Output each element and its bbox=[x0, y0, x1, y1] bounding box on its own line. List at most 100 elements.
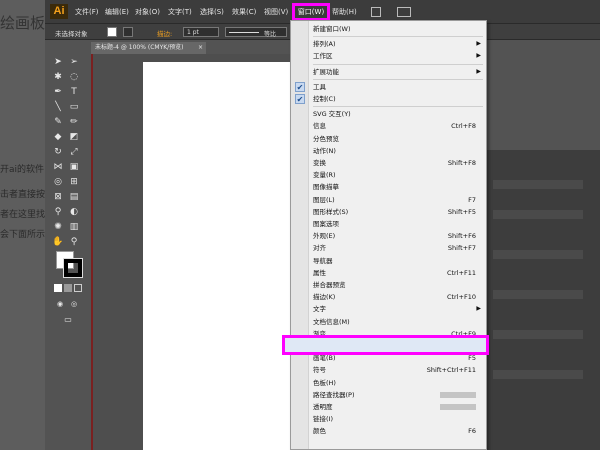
draw-normal-icon[interactable]: ◉ bbox=[54, 298, 66, 310]
menu-item-label: 透明度 bbox=[313, 403, 333, 411]
fill-color-picker[interactable] bbox=[107, 27, 117, 37]
menu-item[interactable]: 图层(L) F7 bbox=[291, 194, 486, 206]
menu-window[interactable]: 窗口(W) bbox=[292, 3, 330, 21]
perspective-grid-icon[interactable]: ⊞ bbox=[68, 176, 80, 188]
stroke-color-picker[interactable] bbox=[123, 27, 133, 37]
menu-item[interactable]: 图案选项 bbox=[291, 218, 486, 230]
magic-wand-icon[interactable]: ✱ bbox=[52, 71, 64, 83]
right-panels bbox=[485, 150, 600, 450]
panel-row bbox=[493, 210, 583, 219]
menu-item-label: 工作区 bbox=[313, 52, 333, 61]
menu-effect[interactable]: 效果(C) bbox=[232, 7, 256, 17]
menu-select[interactable]: 选择(S) bbox=[200, 7, 224, 17]
menu-item[interactable]: 颜色 F6 bbox=[291, 425, 486, 437]
menu-item[interactable]: 文字 ▶ bbox=[291, 303, 486, 315]
stroke-weight-field[interactable]: 1 pt bbox=[183, 27, 219, 37]
menu-item-label: 路径查找器(P) bbox=[313, 390, 355, 399]
menu-item[interactable]: 文档信息(M) bbox=[291, 316, 486, 328]
width-tool-icon[interactable]: ⋈ bbox=[52, 161, 64, 173]
menu-item[interactable]: 色板(H) bbox=[291, 377, 486, 389]
zoom-tool-icon[interactable]: ⚲ bbox=[68, 236, 80, 248]
menu-item-label: 颜色 bbox=[313, 427, 326, 436]
menu-separator bbox=[313, 36, 483, 38]
menu-item-label: 新建窗口(W) bbox=[313, 25, 351, 33]
menu-type[interactable]: 文字(T) bbox=[168, 7, 192, 17]
paintbrush-tool-icon[interactable]: ✎ bbox=[52, 116, 64, 128]
stroke-line-preview bbox=[229, 32, 259, 33]
menu-item[interactable]: 链接(I) bbox=[291, 413, 486, 425]
menu-item[interactable]: 透明度 bbox=[291, 401, 486, 413]
menu-item[interactable]: 信息 Ctrl+F8 bbox=[291, 120, 486, 132]
menu-item-label: 排列(A) bbox=[313, 40, 336, 49]
menu-item[interactable]: 动作(N) bbox=[291, 145, 486, 157]
menu-item[interactable]: 工作区 ▶ bbox=[291, 50, 486, 62]
eraser-tool-icon[interactable]: ◩ bbox=[68, 131, 80, 143]
menu-item[interactable]: 变量(R) bbox=[291, 169, 486, 181]
menu-item[interactable]: SVG 交互(Y) bbox=[291, 108, 486, 120]
pen-tool-icon[interactable]: ✒ bbox=[52, 86, 64, 98]
rectangle-tool-icon[interactable]: ▭ bbox=[68, 101, 80, 113]
menu-item[interactable]: 图形样式(S) Shift+F5 bbox=[291, 206, 486, 218]
gradient-tool-icon[interactable]: ▤ bbox=[68, 191, 80, 203]
menu-item[interactable]: 对齐 Shift+F7 bbox=[291, 242, 486, 254]
none-mode-icon[interactable] bbox=[74, 284, 82, 292]
stroke-profile-dropdown[interactable]: 等比 bbox=[225, 27, 287, 38]
submenu-arrow-icon: ▶ bbox=[476, 40, 481, 48]
blend-tool-icon[interactable]: ◐ bbox=[68, 206, 80, 218]
menu-view[interactable]: 视图(V) bbox=[264, 7, 288, 17]
menu-edit[interactable]: 编辑(E) bbox=[105, 7, 129, 17]
blob-brush-icon[interactable]: ◆ bbox=[52, 131, 64, 143]
menu-separator bbox=[313, 78, 483, 80]
draw-behind-icon[interactable]: ◎ bbox=[68, 298, 80, 310]
menu-item[interactable]: ✔ 控制(C) bbox=[291, 93, 486, 105]
selection-status: 未选择对象 bbox=[55, 30, 88, 38]
menu-item[interactable]: 分色预览 bbox=[291, 133, 486, 145]
type-tool-icon[interactable]: T bbox=[68, 86, 80, 98]
arrange-documents-icon[interactable] bbox=[397, 7, 411, 17]
menu-item[interactable]: 导航器 bbox=[291, 255, 486, 267]
document-tab[interactable]: 未标题-4 @ 100% (CMYK/预览) × bbox=[91, 42, 206, 54]
free-transform-icon[interactable]: ▣ bbox=[68, 161, 80, 173]
stroke-label[interactable]: 描边: bbox=[157, 28, 172, 38]
menu-item[interactable]: 新建窗口(W) bbox=[291, 23, 486, 35]
shape-builder-icon[interactable]: ◎ bbox=[52, 176, 64, 188]
screen-mode-icon[interactable]: ▭ bbox=[62, 314, 74, 326]
line-tool-icon[interactable]: ╲ bbox=[52, 101, 64, 113]
menu-item-label: 导航器 bbox=[313, 256, 333, 265]
menu-item-label: 属性 bbox=[313, 268, 326, 277]
gradient-mode-icon[interactable] bbox=[64, 284, 72, 292]
scale-tool-icon[interactable]: ⤢ bbox=[68, 146, 80, 158]
color-mode-icon[interactable] bbox=[54, 284, 62, 292]
close-tab-icon[interactable]: × bbox=[198, 42, 203, 54]
menu-item[interactable]: ✔ 工具 bbox=[291, 81, 486, 93]
menu-item[interactable]: 扩展功能 ▶ bbox=[291, 66, 486, 78]
menu-item-label: 扩展功能 bbox=[313, 67, 339, 76]
lasso-tool-icon[interactable]: ◌ bbox=[68, 71, 80, 83]
app-logo: Ai bbox=[50, 4, 68, 19]
menu-item[interactable]: 路径查找器(P) bbox=[291, 389, 486, 401]
menu-item[interactable]: 描边(K) Ctrl+F10 bbox=[291, 291, 486, 303]
stroke-swatch[interactable] bbox=[63, 258, 83, 278]
menu-file[interactable]: 文件(F) bbox=[75, 7, 99, 17]
mesh-tool-icon[interactable]: ⊠ bbox=[52, 191, 64, 203]
selection-tool-icon[interactable]: ➤ bbox=[52, 56, 64, 68]
menu-item[interactable]: 变换 Shift+F8 bbox=[291, 157, 486, 169]
menu-item[interactable]: 属性 Ctrl+F11 bbox=[291, 267, 486, 279]
menu-item[interactable]: 外观(E) Shift+F6 bbox=[291, 230, 486, 242]
menu-item[interactable]: 图像描摹 bbox=[291, 181, 486, 193]
symbol-sprayer-icon[interactable]: ✺ bbox=[52, 221, 64, 233]
menu-object[interactable]: 对象(O) bbox=[135, 7, 160, 17]
menu-item[interactable]: 排列(A) ▶ bbox=[291, 38, 486, 50]
menu-item[interactable]: 符号 Shift+Ctrl+F11 bbox=[291, 364, 486, 376]
menu-help[interactable]: 帮助(H) bbox=[332, 7, 357, 17]
bridge-icon[interactable] bbox=[371, 7, 381, 17]
direct-selection-tool-icon[interactable]: ➢ bbox=[68, 56, 80, 68]
graph-tool-icon[interactable]: ▥ bbox=[68, 221, 80, 233]
hand-tool-icon[interactable]: ✋ bbox=[52, 236, 64, 248]
menu-item[interactable]: 拼合器预览 bbox=[291, 279, 486, 291]
menu-item-label: 描边(K) bbox=[313, 293, 336, 302]
panel-row bbox=[493, 180, 583, 189]
pencil-tool-icon[interactable]: ✏ bbox=[68, 116, 80, 128]
eyedropper-tool-icon[interactable]: ⚲ bbox=[52, 206, 64, 218]
rotate-tool-icon[interactable]: ↻ bbox=[52, 146, 64, 158]
